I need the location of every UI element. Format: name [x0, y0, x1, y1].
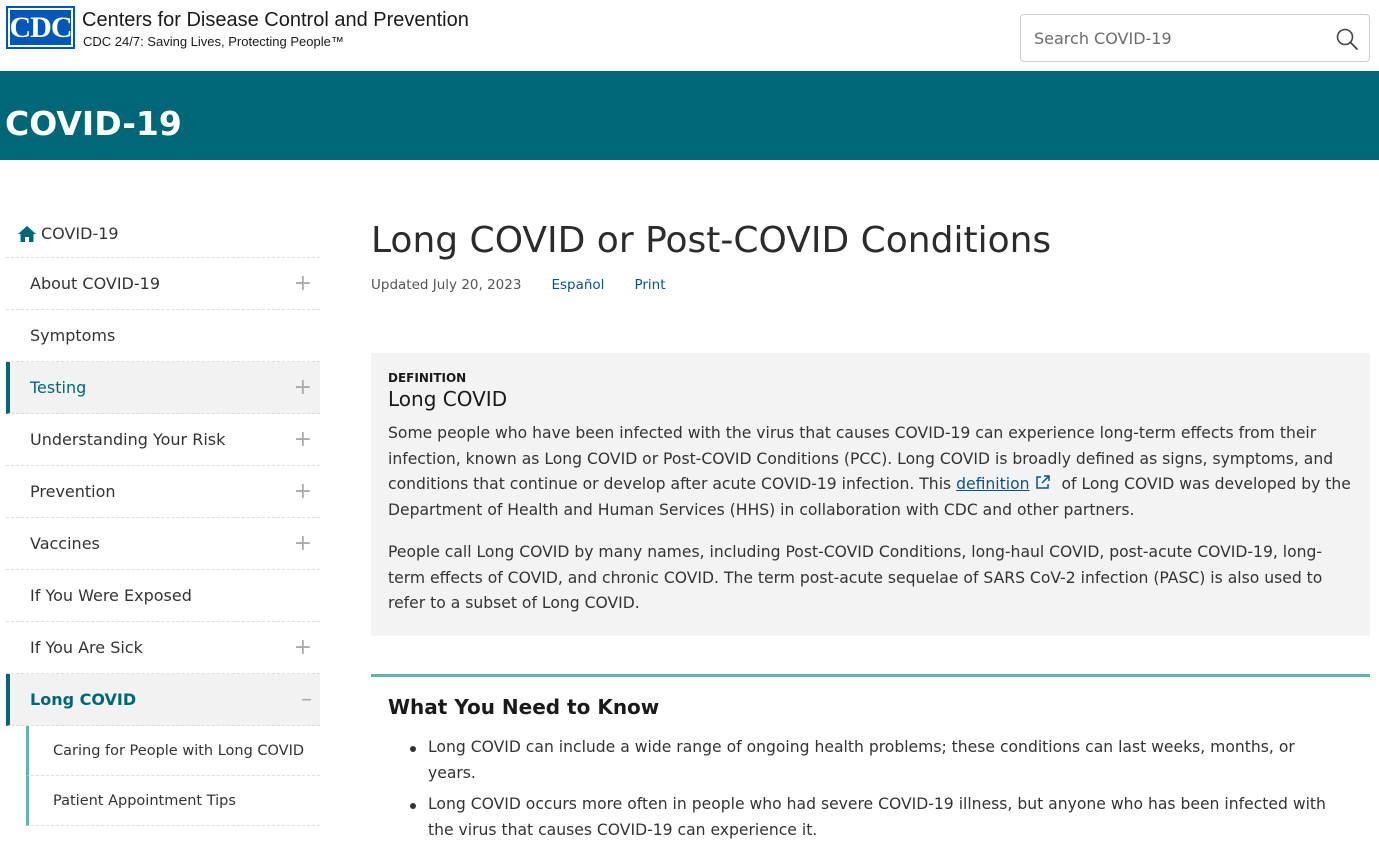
logo-text: CDC [8, 8, 73, 47]
list-item: Long COVID occurs more often in people w… [408, 792, 1328, 843]
espanol-link[interactable]: Español [551, 277, 604, 293]
sidebar-item-long-covid[interactable]: Long COVID – [6, 674, 320, 726]
print-link[interactable]: Print [634, 277, 665, 293]
external-link-icon [1035, 475, 1050, 489]
banner-title[interactable]: COVID-19 [5, 104, 182, 143]
expand-icon[interactable]: + [294, 428, 312, 451]
org-name[interactable]: Centers for Disease Control and Preventi… [82, 9, 469, 32]
expand-icon[interactable]: + [294, 636, 312, 659]
topic-banner: COVID-19 [0, 71, 1379, 160]
sidebar-subitem-caring[interactable]: Caring for People with Long COVID [26, 726, 320, 776]
sidebar-item-about[interactable]: About COVID-19 + [6, 258, 320, 310]
sidebar-subitem-label: Patient Appointment Tips [53, 792, 236, 809]
collapse-icon[interactable]: – [301, 688, 312, 711]
main-content: Long COVID or Post-COVID Conditions Upda… [371, 215, 1370, 839]
home-icon [18, 225, 36, 242]
sidebar-subitem-label: Caring for People with Long COVID [53, 742, 305, 759]
sidebar-item-testing[interactable]: Testing + [6, 362, 320, 414]
page-title: Long COVID or Post-COVID Conditions [371, 220, 1052, 261]
sidebar-home-label: COVID-19 [41, 224, 119, 243]
sidebar-item-label: Symptoms [30, 326, 116, 345]
sidebar-item-prevention[interactable]: Prevention + [6, 466, 320, 518]
cdc-logo[interactable]: CDC [6, 6, 75, 49]
section-title: What You Need to Know [388, 695, 660, 719]
sidebar-item-label: Prevention [30, 482, 116, 501]
definition-paragraph-2: People call Long COVID by many names, in… [388, 543, 1323, 612]
sidebar-item-label: Long COVID [30, 690, 137, 709]
expand-icon[interactable]: + [294, 532, 312, 555]
site-header: CDC Centers for Disease Control and Prev… [0, 0, 1379, 71]
definition-box: DEFINITION Long COVID Some people who ha… [371, 353, 1370, 636]
sidebar-item-if-sick[interactable]: If You Are Sick + [6, 622, 320, 674]
expand-icon[interactable]: + [294, 272, 312, 295]
list-item: Long COVID can include a wide range of o… [408, 735, 1328, 786]
bullet-list: Long COVID can include a wide range of o… [408, 735, 1370, 843]
sidebar-item-label: Understanding Your Risk [30, 430, 226, 449]
expand-icon[interactable]: + [294, 480, 312, 503]
tagline: CDC 24/7: Saving Lives, Protecting Peopl… [83, 34, 344, 49]
what-you-need-to-know: What You Need to Know Long COVID can inc… [371, 674, 1370, 844]
sidebar-item-label: If You Were Exposed [30, 586, 192, 605]
sidebar-item-label: If You Are Sick [30, 638, 143, 657]
sidebar-item-label: About COVID-19 [30, 274, 160, 293]
sidebar-item-vaccines[interactable]: Vaccines + [6, 518, 320, 570]
sidebar-item-understanding-risk[interactable]: Understanding Your Risk + [6, 414, 320, 466]
definition-title: Long COVID [388, 387, 508, 411]
definition-paragraph: Some people who have been infected with … [388, 421, 1353, 523]
sidebar-item-if-exposed[interactable]: If You Were Exposed [6, 570, 320, 622]
sidebar-item-label: Testing [30, 378, 87, 397]
sidebar-item-symptoms[interactable]: Symptoms [6, 310, 320, 362]
updated-date: Updated July 20, 2023 [371, 277, 522, 293]
sidebar-item-label: Vaccines [30, 534, 100, 553]
search-input[interactable] [1022, 16, 1322, 60]
sidebar-subitem-appointment-tips[interactable]: Patient Appointment Tips [26, 776, 320, 826]
expand-icon[interactable]: + [294, 376, 312, 399]
sidebar-home[interactable]: COVID-19 [6, 210, 320, 258]
page-meta: Updated July 20, 2023 Español Print [371, 277, 1370, 293]
definition-link[interactable]: definition [956, 475, 1029, 493]
definition-label: DEFINITION [388, 371, 467, 385]
sidebar-nav: COVID-19 About COVID-19 + Symptoms Testi… [6, 210, 320, 826]
search-box [1020, 14, 1370, 62]
search-icon[interactable] [1335, 27, 1359, 51]
